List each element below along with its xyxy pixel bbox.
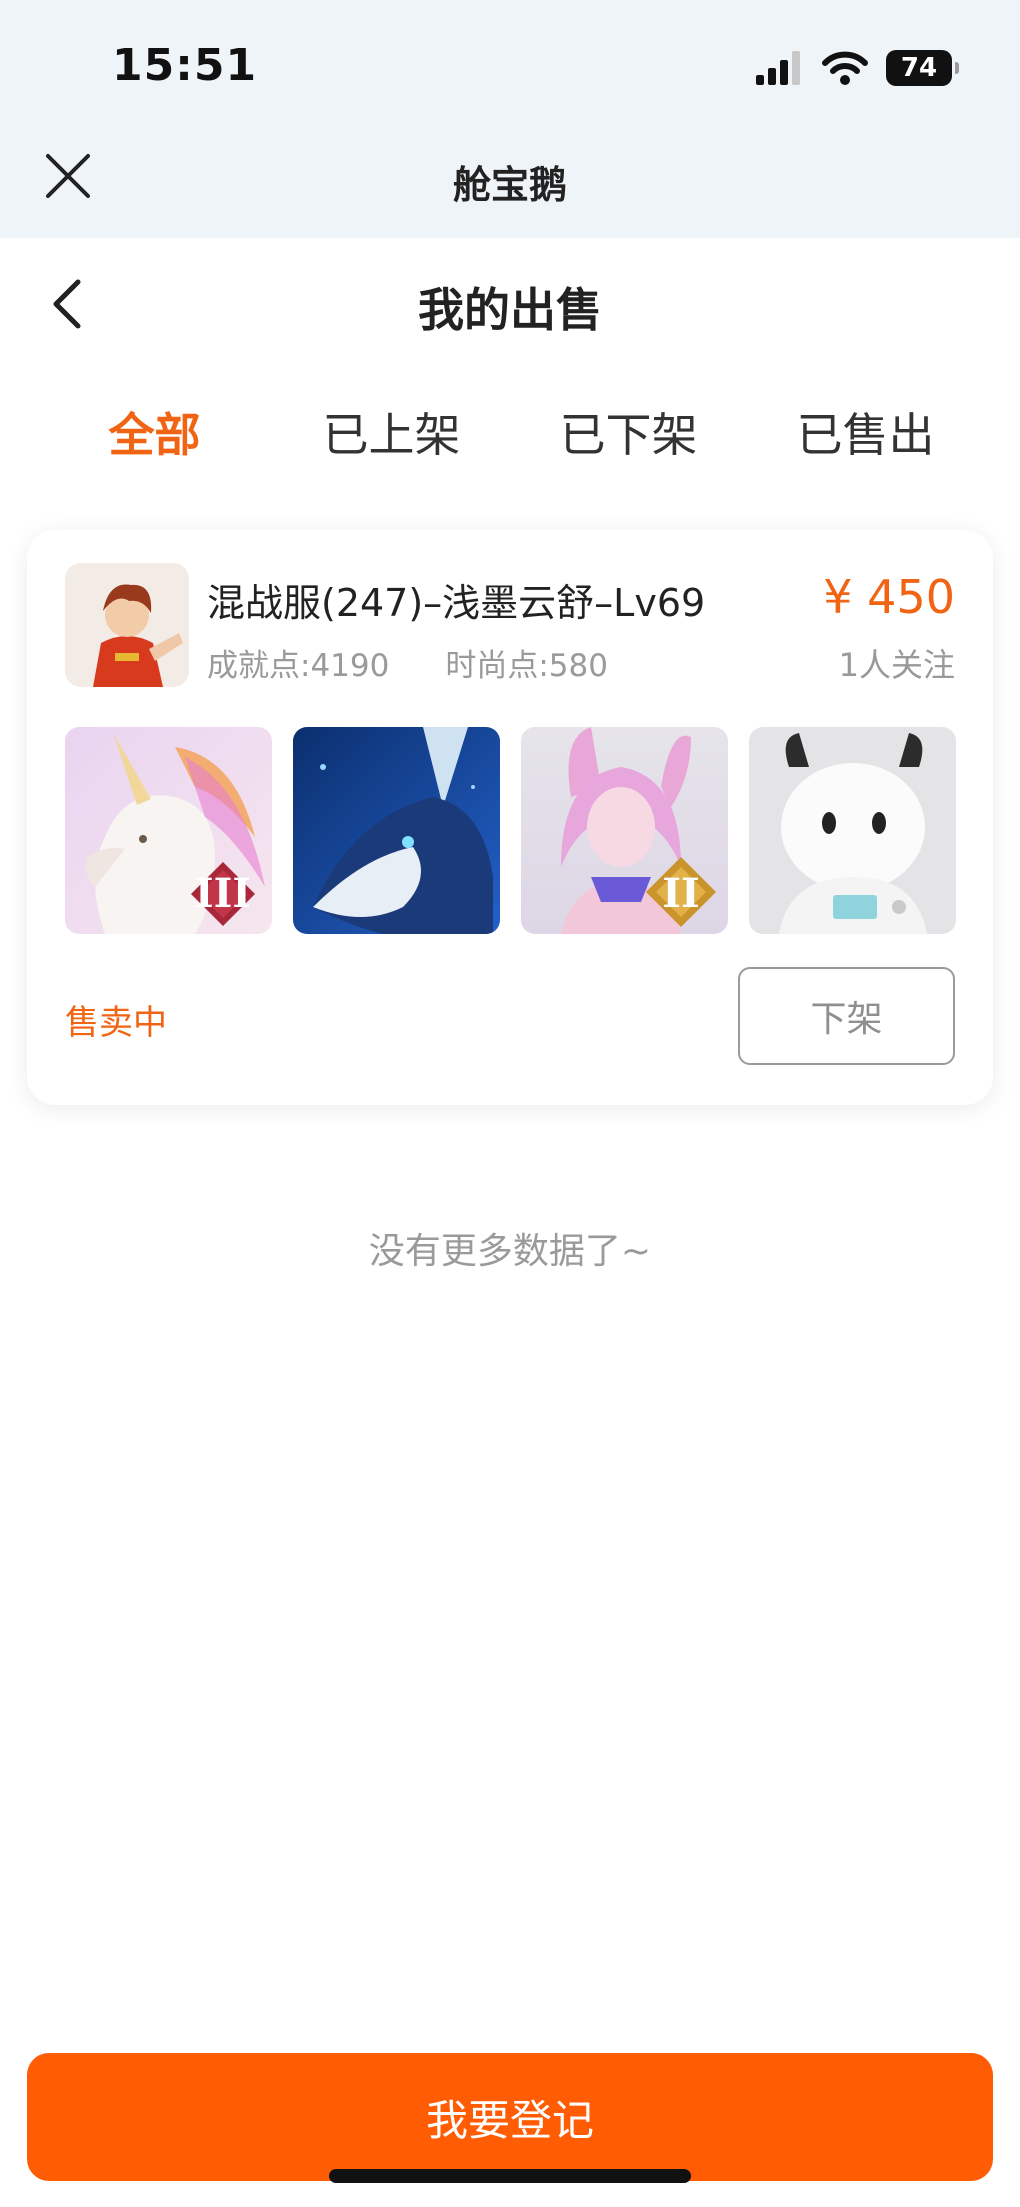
register-button[interactable]: 我要登记	[27, 2053, 993, 2181]
blue-fox-mount-thumbnail[interactable]	[293, 727, 500, 934]
listing-card[interactable]: 混战服(247)–浅墨云舒–Lv69 成就点:4190 时尚点:580 ¥ 450…	[27, 530, 993, 1105]
signal-icon	[756, 51, 800, 85]
sale-status: 售卖中	[65, 1003, 167, 1043]
tab-listed[interactable]: 已上架	[273, 400, 510, 470]
my-sales-page: 15:51 74 舱宝鹅 我的出售 全部 已上架 已下架 已售出 混战服(247…	[0, 0, 1020, 2207]
app-title: 舱宝鹅	[452, 163, 567, 207]
listing-price: ¥ 450	[823, 570, 955, 624]
listing-stats: 成就点:4190 时尚点:580	[207, 640, 608, 685]
tab-delisted[interactable]: 已下架	[510, 400, 747, 470]
tier-badge: III	[195, 870, 251, 917]
listing-title: 混战服(247)–浅墨云舒–Lv69	[207, 581, 706, 625]
follower-count: 1人关注	[838, 646, 955, 684]
page-title: 我的出售	[418, 283, 602, 337]
battery-icon: 74	[886, 50, 959, 86]
top-bar: 15:51 74 舱宝鹅	[0, 0, 1020, 238]
battery-level: 74	[900, 53, 938, 83]
tab-all[interactable]: 全部	[36, 400, 273, 470]
item-thumbnails: III II	[65, 727, 956, 934]
tab-bar: 全部 已上架 已下架 已售出	[36, 400, 984, 470]
status-time: 15:51	[112, 40, 258, 91]
character-avatar	[65, 563, 189, 687]
unicorn-mount-thumbnail[interactable]: III	[65, 727, 272, 934]
delist-button[interactable]: 下架	[738, 967, 955, 1065]
status-icons: 74	[756, 48, 959, 88]
white-cow-pet-thumbnail[interactable]	[749, 727, 956, 934]
no-more-data-text: 没有更多数据了~	[368, 1231, 652, 1272]
wifi-icon	[822, 51, 868, 85]
fox-spirit-costume-thumbnail[interactable]: II	[521, 727, 728, 934]
tab-sold[interactable]: 已售出	[747, 400, 984, 470]
fashion-points: 时尚点:580	[445, 648, 608, 684]
achievement-points: 成就点:4190	[207, 648, 390, 684]
tier-badge: II	[662, 870, 699, 917]
home-indicator	[329, 2169, 691, 2183]
